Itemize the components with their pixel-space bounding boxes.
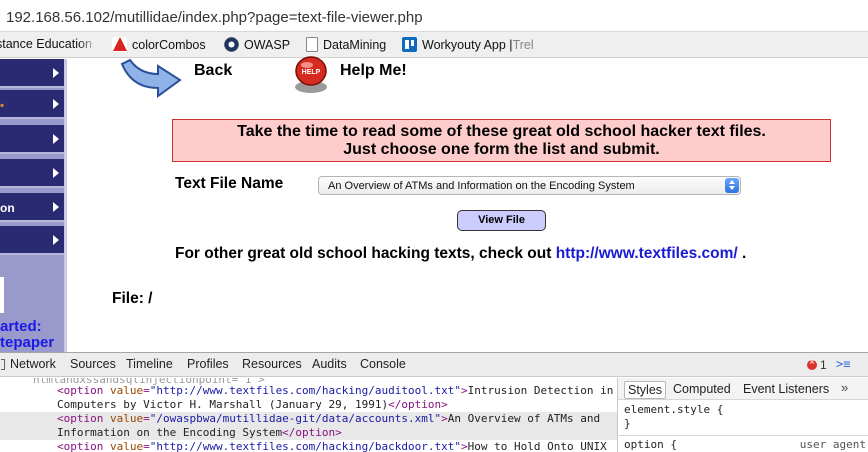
devtools-toolbar: Network Sources Timeline Profiles Resour… bbox=[0, 353, 868, 377]
more-tabs-icon[interactable]: » bbox=[841, 380, 848, 395]
trello-icon bbox=[402, 37, 417, 52]
bookmark-datamining[interactable]: DataMining bbox=[306, 37, 386, 52]
sidebar-item[interactable] bbox=[0, 125, 64, 154]
tab-computed[interactable]: Computed bbox=[670, 381, 734, 397]
browser-window: 192.168.56.102/mutillidae/index.php?page… bbox=[0, 0, 868, 452]
sidebar-item[interactable] bbox=[0, 59, 64, 88]
elements-tree[interactable]: ntmlandxssandsqlinjectionpoint="1"> <opt… bbox=[0, 378, 617, 452]
address-bar[interactable]: 192.168.56.102/mutillidae/index.php?page… bbox=[0, 0, 868, 32]
tab-resources[interactable]: Resources bbox=[242, 357, 302, 371]
sidebar-item-label: ▪ bbox=[0, 98, 5, 112]
svg-text:HELP: HELP bbox=[302, 69, 321, 76]
bookmark-colorcombos[interactable]: colorCombos bbox=[112, 37, 206, 52]
styles-pane: Styles Computed Event Listeners » elemen… bbox=[617, 378, 868, 452]
bookmark-workyouty[interactable]: Workyouty App | Trel bbox=[402, 37, 534, 52]
bookmark-label-faded: Trel bbox=[512, 37, 534, 52]
bookmark-label: colorCombos bbox=[132, 37, 206, 52]
console-toggle-icon[interactable]: >≡ bbox=[836, 357, 852, 372]
styles-tabs: Styles Computed Event Listeners » bbox=[618, 378, 868, 400]
code-line-selected[interactable]: <option value="/owaspbwa/mutillidae-git/… bbox=[0, 412, 617, 426]
sidebar-item[interactable]: ▪ bbox=[0, 90, 64, 119]
textfiles-link[interactable]: http://www.textfiles.com/ bbox=[556, 245, 738, 262]
code-line[interactable]: <option value="http://www.textfiles.com/… bbox=[0, 384, 617, 398]
chevron-right-icon bbox=[53, 134, 59, 144]
tab-profiles[interactable]: Profiles bbox=[187, 357, 229, 371]
other-texts-prefix: For other great old school hacking texts… bbox=[175, 245, 556, 262]
select-stepper-icon bbox=[725, 178, 739, 193]
selected-file-text: An Overview of ATMs and Information on t… bbox=[328, 180, 635, 192]
code-line[interactable]: Computers by Victor H. Marshall (January… bbox=[0, 398, 617, 412]
sidebar-graphic bbox=[0, 277, 4, 313]
help-icon[interactable]: HELP bbox=[290, 55, 332, 95]
chevron-right-icon bbox=[53, 68, 59, 78]
sidebar-divider bbox=[64, 59, 67, 352]
tab-audits[interactable]: Audits bbox=[312, 357, 347, 371]
error-count: 1 bbox=[820, 358, 827, 372]
styles-divider bbox=[618, 435, 868, 436]
tab-timeline[interactable]: Timeline bbox=[126, 357, 173, 371]
error-count-badge[interactable]: 1 bbox=[807, 357, 827, 372]
error-icon bbox=[807, 357, 817, 370]
back-link[interactable]: Back bbox=[194, 62, 232, 80]
chevron-right-icon bbox=[53, 235, 59, 245]
bookmark-owasp[interactable]: OWASP bbox=[224, 37, 290, 52]
instructions-box: Take the time to read some of these grea… bbox=[172, 119, 831, 162]
sidebar-item[interactable]: on bbox=[0, 193, 64, 222]
text-file-name-label: Text File Name bbox=[175, 175, 284, 192]
back-arrow-icon[interactable] bbox=[118, 58, 184, 100]
instructions-line2: Just choose one form the list and submit… bbox=[343, 141, 660, 158]
user-agent-label: user agent bbox=[799, 438, 866, 451]
file-path-label: File: / bbox=[112, 290, 153, 307]
help-link[interactable]: Help Me! bbox=[340, 62, 407, 80]
instructions-line1: Take the time to read some of these grea… bbox=[237, 123, 766, 140]
code-line[interactable]: <option value="http://www.textfiles.com/… bbox=[0, 440, 617, 452]
sidebar-item-label: on bbox=[0, 201, 15, 215]
chevron-right-icon bbox=[53, 168, 59, 178]
chevron-right-icon bbox=[53, 202, 59, 212]
sidebar: ▪ on arted: tepaper bbox=[0, 59, 67, 352]
element-style-close: } bbox=[624, 417, 631, 430]
page-icon bbox=[306, 37, 318, 52]
other-texts-line: For other great old school hacking texts… bbox=[175, 245, 746, 263]
url-text[interactable]: 192.168.56.102/mutillidae/index.php?page… bbox=[6, 9, 423, 26]
bookmark-label: Workyouty App | bbox=[422, 37, 513, 52]
text-file-select[interactable]: An Overview of ATMs and Information on t… bbox=[318, 176, 741, 195]
bookmark-label: OWASP bbox=[244, 37, 291, 52]
bookmark-distance-education[interactable]: stance Education bbox=[0, 37, 98, 51]
code-line-selected[interactable]: Information on the Encoding System</opti… bbox=[0, 426, 617, 440]
view-file-button[interactable]: View File bbox=[457, 210, 546, 231]
tab-console[interactable]: Console bbox=[360, 357, 406, 371]
getting-started-line1: arted: bbox=[0, 318, 42, 335]
devtools-panel: Network Sources Timeline Profiles Resour… bbox=[0, 352, 868, 452]
sidebar-item[interactable] bbox=[0, 159, 64, 188]
chevron-right-icon bbox=[53, 99, 59, 109]
tab-network[interactable]: Network bbox=[10, 357, 56, 371]
fade-overlay bbox=[77, 37, 98, 51]
element-style-rule[interactable]: element.style { bbox=[624, 403, 723, 416]
dock-icon[interactable] bbox=[1, 359, 5, 370]
option-rule[interactable]: option { bbox=[624, 438, 677, 451]
getting-started-link[interactable]: arted: tepaper bbox=[0, 319, 54, 351]
bookmark-label: DataMining bbox=[323, 37, 387, 52]
getting-started-line2: tepaper bbox=[0, 334, 55, 351]
adobe-icon bbox=[112, 37, 127, 52]
tab-sources[interactable]: Sources bbox=[70, 357, 116, 371]
owasp-icon bbox=[224, 37, 239, 52]
sidebar-item[interactable] bbox=[0, 226, 64, 255]
tab-event-listeners[interactable]: Event Listeners bbox=[740, 381, 832, 397]
tab-styles[interactable]: Styles bbox=[624, 381, 667, 399]
bookmarks-bar: stance Education colorCombos OWASP DataM… bbox=[0, 32, 868, 58]
other-texts-suffix: . bbox=[737, 245, 747, 262]
